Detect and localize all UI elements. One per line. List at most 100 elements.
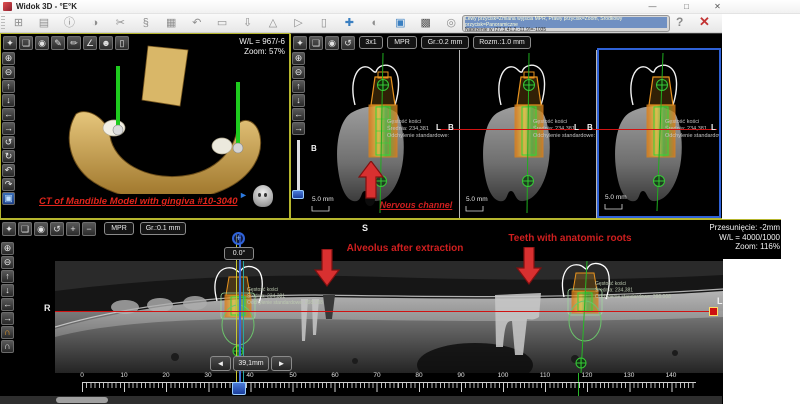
undo-icon[interactable]: ↶ (186, 14, 207, 32)
list-icon[interactable]: ▦ (161, 14, 182, 32)
axis-handle-top[interactable] (524, 80, 535, 91)
implant-head-right (233, 143, 243, 153)
help-icon[interactable]: ? (676, 15, 683, 29)
ruler-slider-handle[interactable] (232, 382, 246, 395)
pano-zoom-in-icon[interactable]: ⊕ (1, 242, 14, 255)
axis-handle-top[interactable] (378, 80, 389, 91)
orientation-label-l: L (436, 123, 441, 132)
arch-curve-active-icon[interactable]: ∩ (1, 326, 14, 339)
save-icon[interactable]: ▤ (33, 14, 54, 32)
close-button[interactable]: ✕ (710, 1, 725, 12)
mpr-pan-down-icon[interactable]: ↓ (292, 94, 305, 107)
pano-pan-left-icon[interactable]: ← (1, 298, 14, 311)
panel-mpr-crosssections[interactable]: ✦ ❏ ◉ ↺ 3x1 MPR Gr.:0.2 mm Rozm.:1.0 mm … (290, 33, 722, 219)
horizontal-scrollbar[interactable] (0, 396, 722, 404)
mpr-layout-button[interactable]: 3x1 (359, 36, 383, 49)
report-icon[interactable]: ▷ (288, 14, 309, 32)
mpr-tools-icon[interactable]: ✦ (293, 36, 307, 50)
3d-pan-up-icon[interactable]: ↑ (2, 80, 15, 93)
crosshair-handle-red[interactable] (709, 307, 718, 316)
display-settings-icon[interactable]: ◑ (84, 14, 105, 32)
pano-pan-down-icon[interactable]: ↓ (1, 284, 14, 297)
pano-pan-right-icon[interactable]: → (1, 312, 14, 325)
contrast-icon[interactable]: ◐ (364, 14, 385, 32)
mpr-reset-icon[interactable]: ↺ (341, 36, 355, 50)
mpr-snapshot-icon[interactable]: ◉ (325, 36, 339, 50)
orientation-skull-icon[interactable] (253, 185, 273, 207)
ruler-label: 0 (72, 372, 92, 379)
mpr-thickness-button[interactable]: Gr.:0.2 mm (421, 36, 469, 49)
empty-region (723, 259, 781, 404)
pano-add-icon[interactable]: + (66, 222, 80, 236)
implant-screw-icon[interactable]: § (135, 14, 156, 32)
pano-zoom-out-icon[interactable]: ⊖ (1, 256, 14, 269)
mpr-zoom-in-icon[interactable]: ⊕ (292, 52, 305, 65)
3d-pan-down-icon[interactable]: ↓ (2, 94, 15, 107)
measure-icon[interactable]: ▭ (212, 14, 233, 32)
mandible-body (69, 112, 260, 194)
pano-snapshot-icon[interactable]: ◉ (34, 222, 48, 236)
pano-mode-button[interactable]: MPR (104, 222, 134, 235)
axis-handle-bottom[interactable] (523, 176, 534, 187)
slice-handle-blue[interactable]: + (232, 232, 245, 245)
orientation-arrow-icon[interactable]: ► (239, 190, 248, 200)
tools-icon[interactable]: ✂ (110, 14, 131, 32)
cross-section-view-3[interactable]: Gęstość kości Średnia: 234,381 Odchyleni… (599, 51, 719, 216)
axis-handle-bottom[interactable] (654, 176, 665, 187)
pano-reset-icon[interactable]: ↺ (50, 222, 64, 236)
maximize-button[interactable]: □ (679, 1, 694, 12)
info-icon[interactable]: ⓘ (59, 14, 80, 32)
angle-icon[interactable]: △ (263, 14, 284, 32)
pano-pan-up-icon[interactable]: ↑ (1, 270, 14, 283)
mpr-fullscreen-icon[interactable]: ❏ (309, 36, 323, 50)
pano-tools-icon[interactable]: ✦ (2, 222, 16, 236)
annotation-teeth-roots: Teeth with anatomic roots (505, 233, 635, 244)
panel-3d-view[interactable]: ✦ ❏ ◉ ✎ ✏ ∠ ☻ ▯ W/L = 967/-6 Zoom: 57% ⊕… (0, 33, 290, 219)
slice-next-button[interactable]: ► (271, 356, 292, 371)
implant-pin-left[interactable] (116, 66, 120, 128)
3d-cube-icon[interactable]: ▣ (2, 192, 15, 205)
slice-slider-handle[interactable] (292, 190, 304, 199)
3d-orbit-left-icon[interactable]: ↶ (2, 164, 15, 177)
mpr-pan-up-icon[interactable]: ↑ (292, 80, 305, 93)
mpr-pan-right-icon[interactable]: → (292, 122, 305, 135)
3d-zoom-in-icon[interactable]: ⊕ (2, 52, 15, 65)
view-3d-icon[interactable]: ▣ (390, 14, 411, 32)
3d-pan-left-icon[interactable]: ← (2, 108, 15, 121)
3d-rotate-cw-icon[interactable]: ↻ (2, 150, 15, 163)
pano-thickness-button[interactable]: Gr.:0.1 mm (140, 222, 186, 235)
panel-panoramic[interactable]: ✦ ❏ ◉ ↺ + − MPR Gr.:0.1 mm ⊕ ⊖ ↑ ↓ ← → ∩… (0, 219, 781, 404)
patient-search-icon[interactable]: ◎ (441, 14, 462, 32)
toolbar-grip[interactable] (1, 16, 5, 31)
mpr-zoom-out-icon[interactable]: ⊖ (292, 66, 305, 79)
mpr-size-button[interactable]: Rozm.:1.0 mm (473, 36, 531, 49)
mpr-mode-button[interactable]: MPR (387, 36, 417, 49)
3d-zoom-out-icon[interactable]: ⊖ (2, 66, 15, 79)
pano-crosshair-line[interactable] (55, 311, 717, 312)
cross-section-view-2[interactable]: Gęstość kości Średnia: 234,381 Odchyleni… (461, 51, 596, 218)
3d-fullscreen-icon[interactable]: ❏ (19, 36, 33, 50)
3d-pan-right-icon[interactable]: → (2, 122, 15, 135)
3d-rotate-ccw-icon[interactable]: ↺ (2, 136, 15, 149)
minimize-button[interactable]: — (645, 1, 660, 12)
axis-handle-top[interactable] (657, 80, 668, 91)
slice-prev-button[interactable]: ◄ (210, 356, 231, 371)
panoramic-view-icon[interactable]: ▩ (415, 14, 436, 32)
scrollbar-thumb[interactable] (56, 397, 108, 403)
close-red-icon[interactable]: ✕ (699, 14, 710, 30)
tooltip-line3: Natężenie w (27.3,41.2,-11.9)=-1035 (465, 28, 667, 32)
mpr-pan-left-icon[interactable]: ← (292, 108, 305, 121)
delete-icon[interactable]: ▯ (313, 14, 334, 32)
3d-tools-icon[interactable]: ✦ (3, 36, 17, 50)
arch-curve-icon[interactable]: ∩ (1, 340, 14, 353)
3d-orbit-right-icon[interactable]: ↷ (2, 178, 15, 191)
mandible-3d-model[interactable] (36, 44, 271, 194)
axes-3d-icon[interactable]: ✚ (339, 14, 360, 32)
implant-pin-right[interactable] (236, 82, 240, 146)
pano-remove-icon[interactable]: − (82, 222, 96, 236)
export-icon[interactable]: ⇩ (237, 14, 258, 32)
panoramic-image[interactable]: Gęstość kości Średnia: 234,381 Odchyleni… (55, 261, 723, 373)
layout-icon[interactable]: ⊞ (8, 14, 29, 32)
pano-fullscreen-icon[interactable]: ❏ (18, 222, 32, 236)
application-window: Widok 3D - °E°K — □ ✕ ⊞ ▤ ⓘ ◑ ✂ § ▦ ↶ ▭ … (0, 0, 800, 404)
